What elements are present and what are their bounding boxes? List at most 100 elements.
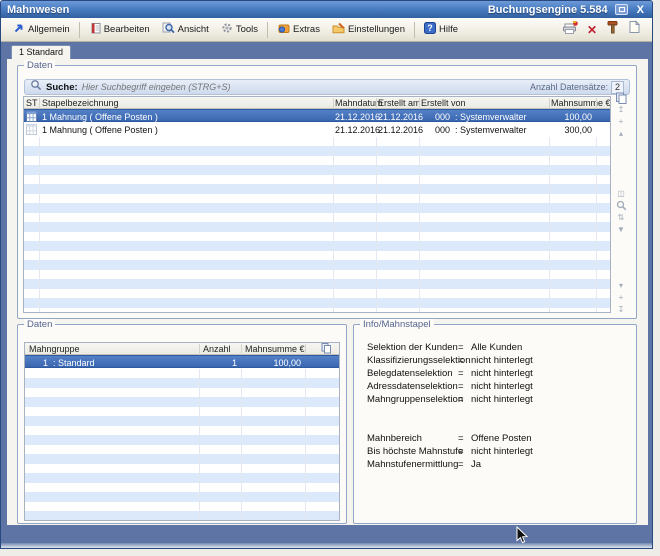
column-header-mahnsumme-bottom[interactable]: Mahnsumme € bbox=[245, 344, 305, 354]
title-bar: Mahnwesen Buchungsengine 5.584 X bbox=[1, 1, 652, 18]
info-label: Belegdatenselektion bbox=[367, 368, 453, 379]
cell-mahnsumme: 100,00 bbox=[241, 358, 301, 368]
column-header-anzahl[interactable]: Anzahl bbox=[203, 344, 231, 354]
cell-mahnsumme: 300,00 bbox=[529, 125, 592, 135]
cell-erstellt-am: 21.12.2016 bbox=[378, 125, 423, 135]
mahngruppe-table: Mahngruppe Anzahl Mahnsumme € 1 : Standa… bbox=[24, 342, 340, 521]
info-value: nicht hinterlegt bbox=[471, 446, 533, 457]
toolbar-button-extras[interactable]: Extras bbox=[271, 19, 326, 40]
info-value: Ja bbox=[471, 459, 481, 470]
info-separator: = bbox=[458, 394, 464, 405]
window-title: Mahnwesen bbox=[7, 4, 69, 16]
mouse-cursor bbox=[516, 526, 529, 550]
empty-rows-area bbox=[24, 137, 610, 313]
mahngruppe-row-selected[interactable]: 1 : Standard 1 100,00 bbox=[25, 355, 339, 368]
toolbar-separator bbox=[414, 22, 415, 38]
group-label-daten: Daten bbox=[24, 60, 55, 71]
column-divider bbox=[376, 137, 377, 313]
toolbar-separator bbox=[79, 22, 80, 38]
search-input[interactable] bbox=[82, 82, 530, 92]
go-bottom-icon[interactable]: ↧ bbox=[614, 304, 628, 315]
column-header-mahngruppe[interactable]: Mahngruppe bbox=[29, 344, 80, 354]
toolbar-label: Bearbeiten bbox=[104, 24, 150, 35]
column-header-st[interactable]: ST bbox=[26, 98, 38, 108]
info-value: Offene Posten bbox=[471, 433, 532, 444]
arrow-ne-icon bbox=[13, 22, 25, 37]
sort-icon[interactable]: ⇅ bbox=[614, 212, 628, 223]
add-row-bottom-icon[interactable]: + bbox=[614, 292, 628, 303]
gear-icon bbox=[221, 22, 233, 37]
toolbar-button-hilfe[interactable]: ? Hilfe bbox=[418, 19, 464, 40]
toolbar-label: Einstellungen bbox=[348, 24, 405, 35]
toolbar-button-tools[interactable]: Tools bbox=[215, 19, 264, 40]
toolbar-button-allgemein[interactable]: Allgemein bbox=[7, 19, 76, 40]
toolbar-button-einstellungen[interactable]: Einstellungen bbox=[326, 19, 411, 40]
cell-anzahl: 1 bbox=[185, 358, 237, 368]
search-small-icon[interactable] bbox=[614, 200, 628, 211]
close-window-button[interactable]: X bbox=[635, 4, 646, 16]
toolbar-label: Ansicht bbox=[178, 24, 209, 35]
column-header-erstellt-von[interactable]: Erstellt von bbox=[421, 98, 466, 108]
batch-grid-icon bbox=[26, 124, 37, 137]
column-divider bbox=[39, 137, 40, 313]
stapel-table-header: ST Stapelbezeichnung Mahndatum Erstellt … bbox=[24, 97, 610, 109]
mahngruppe-table-header: Mahngruppe Anzahl Mahnsumme € bbox=[25, 343, 339, 355]
empty-rows-area bbox=[25, 369, 339, 521]
tab-standard[interactable]: 1 Standard bbox=[11, 45, 71, 59]
info-separator: = bbox=[458, 381, 464, 392]
info-separator: = bbox=[458, 446, 464, 457]
column-header-erstellt-am[interactable]: Erstellt am bbox=[378, 98, 421, 108]
go-top-icon[interactable]: ↥ bbox=[614, 104, 628, 115]
info-value: nicht hinterlegt bbox=[471, 381, 533, 392]
info-label: Mahnstufenermittlung bbox=[367, 459, 458, 470]
info-value: nicht hinterlegt bbox=[471, 355, 533, 366]
cell-erstellt-von: 000 : Systemverwalter bbox=[435, 125, 527, 135]
columns-icon[interactable]: ◫ bbox=[614, 188, 628, 199]
move-down-icon[interactable]: ▾ bbox=[614, 280, 628, 291]
toolbar-button-bearbeiten[interactable]: Bearbeiten bbox=[83, 19, 156, 40]
info-label: Mahngruppenselektion bbox=[367, 394, 463, 405]
table-row[interactable]: 1 Mahnung ( Offene Posten ) 21.12.2016 2… bbox=[24, 123, 610, 136]
table-row-selected[interactable]: 1 Mahnung ( Offene Posten ) 21.12.2016 2… bbox=[24, 109, 610, 122]
filter-icon[interactable]: ▼ bbox=[614, 224, 628, 235]
new-document-icon[interactable] bbox=[628, 20, 640, 39]
toolbar-label: Tools bbox=[236, 24, 258, 35]
extras-box-icon bbox=[277, 22, 290, 37]
print-dunning-icon[interactable] bbox=[562, 20, 578, 39]
delete-icon[interactable]: ✕ bbox=[587, 24, 597, 36]
settings-folder-icon bbox=[332, 22, 345, 37]
stapel-table: ST Stapelbezeichnung Mahndatum Erstellt … bbox=[23, 96, 611, 313]
info-separator: = bbox=[458, 459, 464, 470]
move-up-icon[interactable]: ▴ bbox=[614, 128, 628, 139]
toolbar-button-ansicht[interactable]: Ansicht bbox=[156, 19, 215, 40]
cell-erstellt-am: 21.12.2016 bbox=[378, 112, 423, 122]
info-separator: = bbox=[458, 433, 464, 444]
copy-grid-icon[interactable] bbox=[614, 92, 628, 103]
record-count-label: Anzahl Datensätze: bbox=[530, 82, 608, 92]
column-header-mahnsumme[interactable]: Mahnsumme € bbox=[551, 98, 611, 108]
info-separator: = bbox=[458, 342, 464, 353]
restore-icon bbox=[619, 7, 625, 12]
cell-stapelbezeichnung: 1 Mahnung ( Offene Posten ) bbox=[42, 125, 158, 135]
add-row-icon[interactable]: + bbox=[614, 116, 628, 127]
restore-window-button[interactable] bbox=[615, 4, 628, 15]
record-count: Anzahl Datensätze: 2 bbox=[530, 81, 624, 94]
tab-label: 1 Standard bbox=[19, 47, 63, 57]
group-label-info: Info/Mahnstapel bbox=[360, 319, 434, 330]
app-window: Mahnwesen Buchungsengine 5.584 X Allgeme… bbox=[0, 0, 653, 549]
info-label: Adressdatenselektion bbox=[367, 381, 458, 392]
info-value: Alle Kunden bbox=[471, 342, 522, 353]
toolbar-separator bbox=[267, 22, 268, 38]
info-separator: = bbox=[458, 368, 464, 379]
column-header-stapelbezeichnung[interactable]: Stapelbezeichnung bbox=[42, 98, 119, 108]
hammer-icon[interactable] bbox=[606, 20, 619, 39]
daten-group-bottom: Daten Mahngruppe Anzahl Mahnsumme € 1 : … bbox=[17, 324, 347, 524]
column-divider bbox=[333, 137, 334, 313]
edit-icon bbox=[89, 22, 101, 37]
column-divider bbox=[419, 137, 420, 313]
search-label: Suche: bbox=[46, 82, 78, 93]
cell-erstellt-von: 000 : Systemverwalter bbox=[435, 112, 527, 122]
cell-mahndatum: 21.12.2016 bbox=[335, 112, 380, 122]
info-label: Mahnbereich bbox=[367, 433, 422, 444]
search-icon bbox=[30, 78, 42, 96]
